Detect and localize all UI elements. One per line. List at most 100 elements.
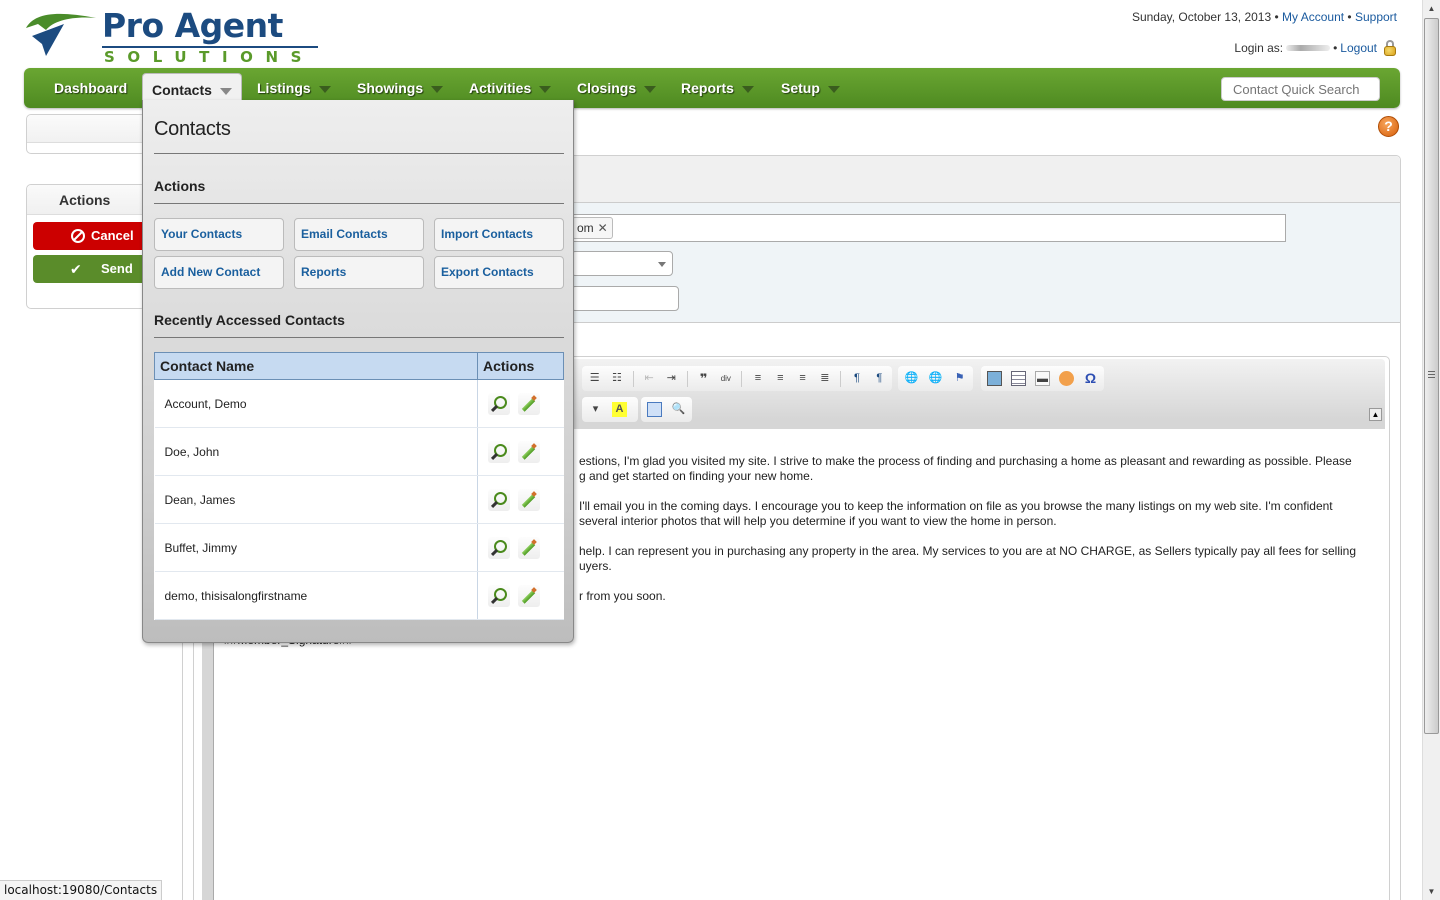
view-contact-icon[interactable] <box>488 584 510 607</box>
header-user-info: Sunday, October 13, 2013 • My Account • … <box>1132 10 1397 56</box>
contact-name[interactable]: demo, thisisalongfirstname <box>154 571 478 620</box>
chevron-down-icon <box>827 85 840 93</box>
anchor-flag-icon[interactable]: ⚑ <box>952 371 967 386</box>
background-color-icon[interactable]: A <box>612 402 627 417</box>
edit-contact-icon[interactable] <box>518 488 540 511</box>
scroll-up-arrow-icon[interactable]: ▲ <box>1423 0 1440 17</box>
table-row: Dean, James <box>154 475 564 524</box>
bulleted-list-icon[interactable]: ☷ <box>610 371 623 386</box>
justify-icon[interactable]: ≣ <box>818 371 831 386</box>
cancel-button[interactable]: Cancel <box>33 222 147 250</box>
blockquote-icon[interactable]: ❞ <box>697 371 710 386</box>
edit-contact-icon[interactable] <box>518 392 540 415</box>
nav-label: Setup <box>781 80 820 96</box>
ban-icon <box>71 229 85 243</box>
to-recipients-field[interactable]: om ✕ <box>571 214 1286 242</box>
nav-label: Contacts <box>152 82 212 98</box>
toolbar-separator <box>632 370 634 387</box>
email-contacts-button[interactable]: Email Contacts <box>294 218 424 251</box>
contact-name[interactable]: Dean, James <box>154 475 478 524</box>
link-icon[interactable]: 🌐 <box>904 371 919 386</box>
my-account-link[interactable]: My Account <box>1282 10 1344 24</box>
contact-name[interactable]: Doe, John <box>154 427 478 476</box>
toolbar-separator <box>840 370 842 387</box>
help-icon[interactable]: ? <box>1378 116 1399 137</box>
align-center-icon[interactable]: ≡ <box>774 371 787 386</box>
remove-recipient-icon[interactable]: ✕ <box>598 221 608 235</box>
check-icon <box>70 255 85 283</box>
chevron-down-icon <box>219 87 232 95</box>
your-contacts-button[interactable]: Your Contacts <box>154 218 284 251</box>
special-char-omega-icon[interactable]: Ω <box>1083 371 1098 386</box>
nav-label: Showings <box>357 80 424 96</box>
align-right-icon[interactable]: ≡ <box>796 371 809 386</box>
nav-label: Dashboard <box>54 80 128 96</box>
nav-reports[interactable]: Reports <box>681 68 754 108</box>
pro-agent-solutions-logo[interactable]: Pro Agent SOLUTIONS <box>24 6 324 66</box>
numbered-list-icon[interactable]: ☰ <box>588 371 601 386</box>
nav-closings[interactable]: Closings <box>577 68 657 108</box>
lock-icon[interactable] <box>1383 40 1397 56</box>
collapse-toolbar-button[interactable]: ▲ <box>1369 408 1382 421</box>
editor-paragraph: help. I can represent you in purchasing … <box>579 544 1357 573</box>
column-header-actions: Actions <box>477 352 564 380</box>
unlink-icon[interactable]: 🌐 <box>928 371 943 386</box>
sidebar-top-panel <box>26 114 146 154</box>
view-contact-icon[interactable] <box>488 392 510 415</box>
subject-input[interactable] <box>571 286 679 311</box>
rtl-direction-icon[interactable]: ¶ <box>873 371 886 386</box>
toolbar-separator <box>741 370 743 387</box>
maximize-icon[interactable] <box>647 402 662 417</box>
sidebar-actions-heading: Actions <box>27 185 145 215</box>
scroll-thumb[interactable] <box>1424 18 1439 734</box>
separator: • <box>1347 10 1352 24</box>
row-actions <box>477 571 564 620</box>
edit-contact-icon[interactable] <box>518 440 540 463</box>
separator: • <box>1333 41 1338 55</box>
blurred-username <box>1286 45 1331 51</box>
text-color-icon[interactable]: ▾ <box>588 402 603 417</box>
support-link[interactable]: Support <box>1355 10 1397 24</box>
row-actions <box>477 427 564 476</box>
nav-label: Listings <box>257 80 311 96</box>
logo-roof-icon <box>26 13 96 56</box>
horizontal-rule-icon[interactable]: ▬ <box>1035 371 1050 386</box>
cancel-label: Cancel <box>91 228 134 243</box>
table-icon[interactable] <box>1011 371 1026 386</box>
view-contact-icon[interactable] <box>488 536 510 559</box>
preview-icon[interactable]: 🔍 <box>671 402 686 417</box>
separator: • <box>1274 10 1279 24</box>
scroll-down-arrow-icon[interactable]: ▼ <box>1423 883 1440 900</box>
image-icon[interactable] <box>987 371 1002 386</box>
indent-icon[interactable]: ⇥ <box>665 371 678 386</box>
nav-dashboard[interactable]: Dashboard <box>54 68 127 108</box>
outdent-icon[interactable]: ⇤ <box>642 371 655 386</box>
toolbar-group-insert: ▬ Ω <box>981 366 1104 391</box>
import-contacts-button[interactable]: Import Contacts <box>434 218 564 251</box>
chevron-down-icon <box>539 85 552 93</box>
ltr-direction-icon[interactable]: ¶ <box>850 371 863 386</box>
view-contact-icon[interactable] <box>488 440 510 463</box>
create-div-icon[interactable]: div <box>719 371 732 386</box>
view-contact-icon[interactable] <box>488 488 510 511</box>
divider <box>154 337 564 338</box>
edit-contact-icon[interactable] <box>518 536 540 559</box>
nav-setup[interactable]: Setup <box>781 68 840 108</box>
contact-quick-search-input[interactable] <box>1221 77 1380 101</box>
contact-name[interactable]: Buffet, Jimmy <box>154 523 478 572</box>
menu-title: Contacts <box>154 118 231 140</box>
column-header-contact-name[interactable]: Contact Name <box>154 352 478 380</box>
add-new-contact-button[interactable]: Add New Contact <box>154 256 284 289</box>
logout-link[interactable]: Logout <box>1340 41 1377 55</box>
edit-contact-icon[interactable] <box>518 584 540 607</box>
contact-name[interactable]: Account, Demo <box>154 379 478 428</box>
recipient-token[interactable]: om ✕ <box>572 217 613 239</box>
from-select[interactable] <box>571 251 673 276</box>
smiley-icon[interactable] <box>1059 371 1074 386</box>
align-left-icon[interactable]: ≡ <box>751 371 764 386</box>
recent-contacts-table: Contact Name Actions Account, Demo Doe, … <box>154 352 564 620</box>
send-button[interactable]: Send <box>33 255 147 283</box>
page-scrollbar[interactable]: ▲ ▼ <box>1422 0 1440 900</box>
export-contacts-button[interactable]: Export Contacts <box>434 256 564 289</box>
reports-button[interactable]: Reports <box>294 256 424 289</box>
